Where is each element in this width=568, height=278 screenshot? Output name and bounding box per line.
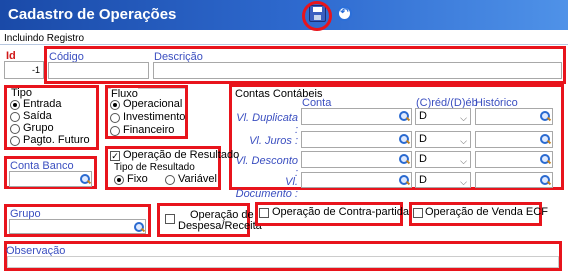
row-duplicata-label: Vl. Duplicata : <box>236 112 298 136</box>
despesa-label-line2: Despesa/Receita <box>178 220 262 232</box>
venda-ecf-checkbox[interactable] <box>413 208 423 218</box>
search-icon[interactable] <box>540 154 550 164</box>
dc-juros-select[interactable]: D ⌵ <box>415 131 471 148</box>
row-documento-label: Vl. Documento : <box>235 176 298 200</box>
resultado-label: Operação de Resultado <box>123 149 240 161</box>
search-icon[interactable] <box>399 175 409 185</box>
chevron-down-icon: ⌵ <box>460 156 467 166</box>
chevron-down-icon: ⌵ <box>460 113 467 123</box>
tipo-resultado-label: Tipo de Resultado <box>114 162 195 173</box>
contra-partida-label: Operação de Contra-partida <box>272 206 409 218</box>
save-highlight <box>302 1 332 31</box>
resultado-radio-variavel[interactable] <box>165 175 175 185</box>
conta-desconto-input[interactable] <box>301 151 412 168</box>
grupo-input[interactable] <box>9 219 146 234</box>
fluxo-option-investimento: Investimento <box>123 111 186 123</box>
codigo-input[interactable] <box>48 62 149 79</box>
tipo-option-saida: Saída <box>23 110 52 122</box>
search-icon[interactable] <box>540 111 550 121</box>
divider <box>0 44 568 45</box>
search-icon[interactable] <box>540 134 550 144</box>
search-icon[interactable] <box>399 154 409 164</box>
row-juros-label: Vl. Juros : <box>249 135 298 147</box>
search-icon[interactable] <box>399 134 409 144</box>
status-text: Incluindo Registro <box>4 33 85 44</box>
id-field: -1 <box>4 61 44 79</box>
descricao-input[interactable] <box>153 62 562 79</box>
contra-partida-checkbox[interactable] <box>259 208 269 218</box>
venda-ecf-label: Operação de Venda ECF <box>425 206 548 218</box>
despesa-checkbox[interactable] <box>165 214 175 224</box>
fluxo-radio-investimento[interactable] <box>110 113 120 123</box>
tipo-radio-grupo[interactable] <box>10 124 20 134</box>
tipo-radio-entrada[interactable] <box>10 100 20 110</box>
chevron-down-icon: ⌵ <box>460 136 467 146</box>
fluxo-option-operacional: Operacional <box>123 98 183 110</box>
resultado-option-fixo: Fixo <box>127 173 148 185</box>
conta-duplicata-input[interactable] <box>301 108 412 125</box>
tipo-option-grupo: Grupo <box>23 122 54 134</box>
conta-documento-input[interactable] <box>301 172 412 188</box>
resultado-radio-fixo[interactable] <box>114 175 124 185</box>
conta-juros-input[interactable] <box>301 131 412 148</box>
tipo-radio-pagto-futuro[interactable] <box>10 136 20 146</box>
resultado-option-variavel: Variável <box>178 173 217 185</box>
dc-documento-select[interactable]: D ⌵ <box>415 172 471 188</box>
window-title: Cadastro de Operações <box>8 6 177 23</box>
chevron-down-icon: ⌵ <box>460 177 467 187</box>
dc-desconto-select[interactable]: D ⌵ <box>415 151 471 168</box>
search-icon[interactable] <box>540 175 550 185</box>
fluxo-option-financeiro: Financeiro <box>123 124 175 136</box>
dc-duplicata-select[interactable]: D ⌵ <box>415 108 471 125</box>
resultado-checkbox[interactable]: ✓ <box>110 151 120 161</box>
undo-icon[interactable]: ↶ <box>337 6 352 21</box>
tipo-radio-saida[interactable] <box>10 112 20 122</box>
observacao-input[interactable] <box>7 256 559 268</box>
search-icon[interactable] <box>134 222 144 232</box>
search-icon[interactable] <box>80 174 90 184</box>
fluxo-radio-operacional[interactable] <box>110 100 120 110</box>
search-icon[interactable] <box>399 111 409 121</box>
fluxo-radio-financeiro[interactable] <box>110 126 120 136</box>
tipo-option-pagto-futuro: Pagto. Futuro <box>23 134 90 146</box>
tipo-option-entrada: Entrada <box>23 98 62 110</box>
